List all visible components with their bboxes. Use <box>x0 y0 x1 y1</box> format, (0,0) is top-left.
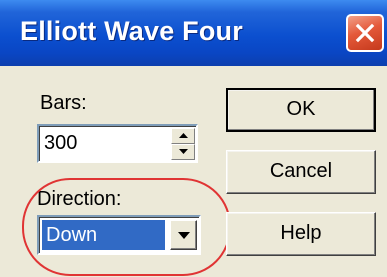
bars-spinner[interactable]: 300 <box>37 124 198 163</box>
title-bar[interactable]: Elliott Wave Four <box>0 0 387 66</box>
help-button[interactable]: Help <box>226 212 376 256</box>
close-button[interactable] <box>346 14 384 52</box>
close-icon <box>355 23 375 43</box>
chevron-down-icon <box>178 232 190 239</box>
spin-down-icon <box>179 149 188 154</box>
direction-label: Direction: <box>37 188 122 210</box>
spin-up-icon <box>179 133 188 138</box>
direction-dropdown[interactable]: Down <box>37 215 201 255</box>
cancel-button[interactable]: Cancel <box>226 150 376 194</box>
dropdown-button[interactable] <box>170 220 197 250</box>
bars-label: Bars: <box>40 92 87 114</box>
window-title: Elliott Wave Four <box>20 16 243 46</box>
dialog-window: Elliott Wave Four Bars: 300 Direction: D… <box>0 0 387 277</box>
bars-input[interactable]: 300 <box>44 132 77 155</box>
spin-down-button[interactable] <box>171 144 195 160</box>
direction-selected-value[interactable]: Down <box>42 220 165 250</box>
ok-button[interactable]: OK <box>226 88 376 132</box>
spin-up-button[interactable] <box>171 128 195 144</box>
